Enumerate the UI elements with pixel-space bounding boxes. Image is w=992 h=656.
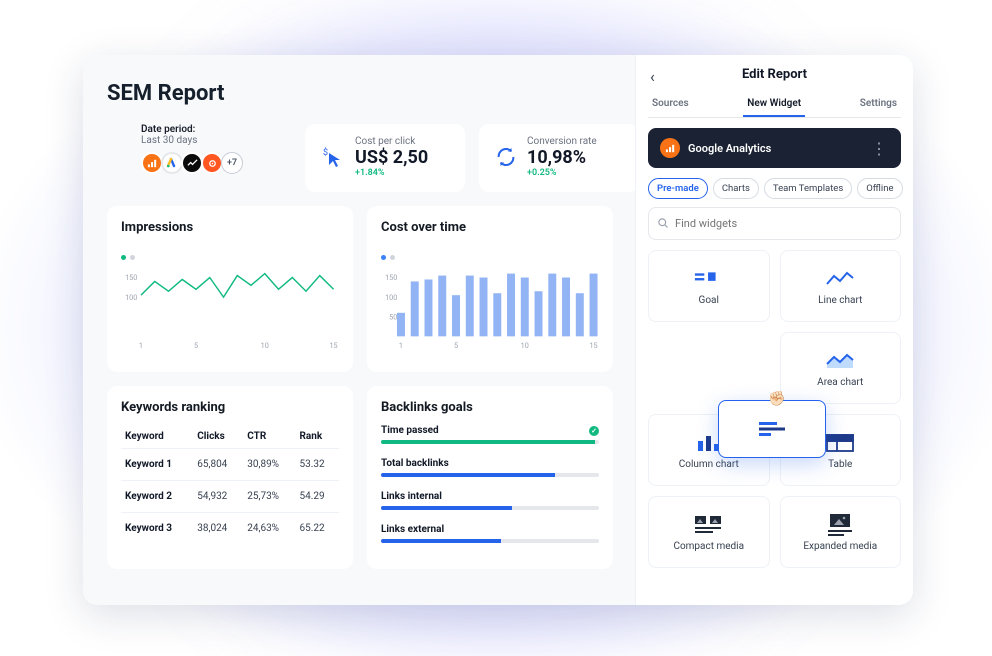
pill-charts[interactable]: Charts [713,178,759,199]
widget-filter-pills: Pre-madeChartsTeam TemplatesOffline [648,178,901,199]
pill-team-templates[interactable]: Team Templates [764,178,852,199]
page-title: SEM Report [107,81,613,106]
search-icon [657,214,669,233]
trend-icon [181,152,203,174]
cpc-delta: +1.84% [355,168,428,178]
side-title: Edit Report [742,67,807,82]
table-row[interactable]: Keyword 254,93225,73%54.29 [121,481,339,513]
widget-tile-area-chart[interactable]: Area chart [780,332,902,404]
svg-text:100: 100 [125,293,137,302]
refresh-icon [495,146,517,168]
svg-text:1: 1 [399,341,403,350]
check-icon: ✓ [589,426,599,436]
col-clicks: Clicks [193,425,243,449]
date-period-card: Date period: Last 30 days +7 [141,124,291,192]
keywords-title: Keywords ranking [121,400,339,415]
table-icon [824,431,856,455]
conv-value: 10,98% [527,147,597,168]
col-rank: Rank [295,425,339,449]
keywords-panel: Keywords ranking KeywordClicksCTRRank Ke… [107,386,353,569]
cpc-label: Cost per click [355,136,428,147]
main-area: SEM Report Date period: Last 30 days [83,55,635,605]
svg-text:150: 150 [125,273,137,282]
widget-tile-compact-media[interactable]: Compact media [648,496,770,568]
horizontal-bar-icon [757,420,787,438]
tab-sources[interactable]: Sources [648,92,693,117]
svg-text:5: 5 [194,341,198,350]
source-icons: +7 [141,152,283,174]
impressions-chart: 100150151015 [121,264,339,356]
summary-row: Date period: Last 30 days +7 [141,124,613,192]
pill-pre-made[interactable]: Pre-made [648,178,708,199]
svg-text:1: 1 [139,341,143,350]
goal-icon [693,267,725,291]
svg-text:100: 100 [385,293,397,302]
table-row[interactable]: Keyword 338,02424,63%65.22 [121,513,339,545]
source-more-icon[interactable]: ⋮ [871,139,889,158]
svg-text:10: 10 [261,341,269,350]
date-period-value: Last 30 days [141,135,283,146]
backlinks-panel: Backlinks goals Time passed✓ Total backli… [367,386,613,569]
goal-row: Links external [381,524,599,543]
tab-new-widget[interactable]: New Widget [743,92,805,117]
conversion-card: Conversion rate 10,98% +0.25% [479,124,635,192]
table-row[interactable]: Keyword 165,80430,89%53.32 [121,449,339,481]
keywords-table: KeywordClicksCTRRank Keyword 165,80430,8… [121,425,339,544]
area-chart-icon [824,349,856,373]
side-tabs: Sources New Widget Settings [648,92,901,118]
compact-media-icon [693,513,725,537]
pill-offline[interactable]: Offline [857,178,902,199]
charts-row: Impressions 100150151015 Cost over time … [107,206,613,372]
cost-chart: 50100150151015 [381,264,599,356]
impressions-panel: Impressions 100150151015 [107,206,353,372]
widget-search-input[interactable] [675,217,892,230]
widget-search[interactable] [648,207,901,240]
cpc-value: US$ 2,50 [355,147,428,168]
svg-text:50: 50 [389,312,397,321]
cpc-card: $ Cost per click US$ 2,50 +1.84% [305,124,465,192]
source-name: Google Analytics [688,142,771,155]
svg-text:15: 15 [329,341,337,350]
col-keyword: Keyword [121,425,193,449]
expanded-media-icon [824,513,856,537]
edit-report-panel: ‹ Edit Report SourcesNew WidgetSettings … [635,55,913,605]
date-period-label: Date period: [141,124,283,135]
col-ctr: CTR [243,425,295,449]
widget-tile-goal[interactable]: Goal [648,250,770,322]
goal-row: Links internal [381,491,599,510]
semrush-icon [201,152,223,174]
widget-tile-line-chart[interactable]: Line chart [780,250,902,322]
analytics-icon [141,152,163,174]
cost-title: Cost over time [381,220,599,235]
lower-row: Keywords ranking KeywordClicksCTRRank Ke… [107,386,613,569]
more-sources-badge[interactable]: +7 [221,152,243,174]
widget-tile-expanded-media[interactable]: Expanded media [780,496,902,568]
tab-settings[interactable]: Settings [856,92,901,117]
backlinks-title: Backlinks goals [381,400,599,415]
svg-text:5: 5 [454,341,458,350]
goal-row: Time passed✓ [381,425,599,444]
report-app: SEM Report Date period: Last 30 days [83,55,913,605]
conv-label: Conversion rate [527,136,597,147]
line-chart-icon [824,267,856,291]
conv-delta: +0.25% [527,168,597,178]
svg-text:10: 10 [521,341,529,350]
cursor-dollar-icon: $ [321,145,345,169]
ads-icon [161,152,183,174]
svg-text:150: 150 [385,273,397,282]
dragging-widget-tile[interactable] [718,400,826,458]
impressions-title: Impressions [121,220,339,235]
cost-legend [381,245,599,264]
svg-text:$: $ [323,147,328,158]
impressions-legend [121,245,339,264]
back-button[interactable]: ‹ [650,67,655,86]
source-selector[interactable]: Google Analytics ⋮ [648,128,901,168]
cost-panel: Cost over time 50100150151015 [367,206,613,372]
svg-text:15: 15 [589,341,597,350]
analytics-icon [660,138,680,158]
grab-cursor-icon: ✊🏻 [768,391,785,407]
goal-row: Total backlinks [381,458,599,477]
